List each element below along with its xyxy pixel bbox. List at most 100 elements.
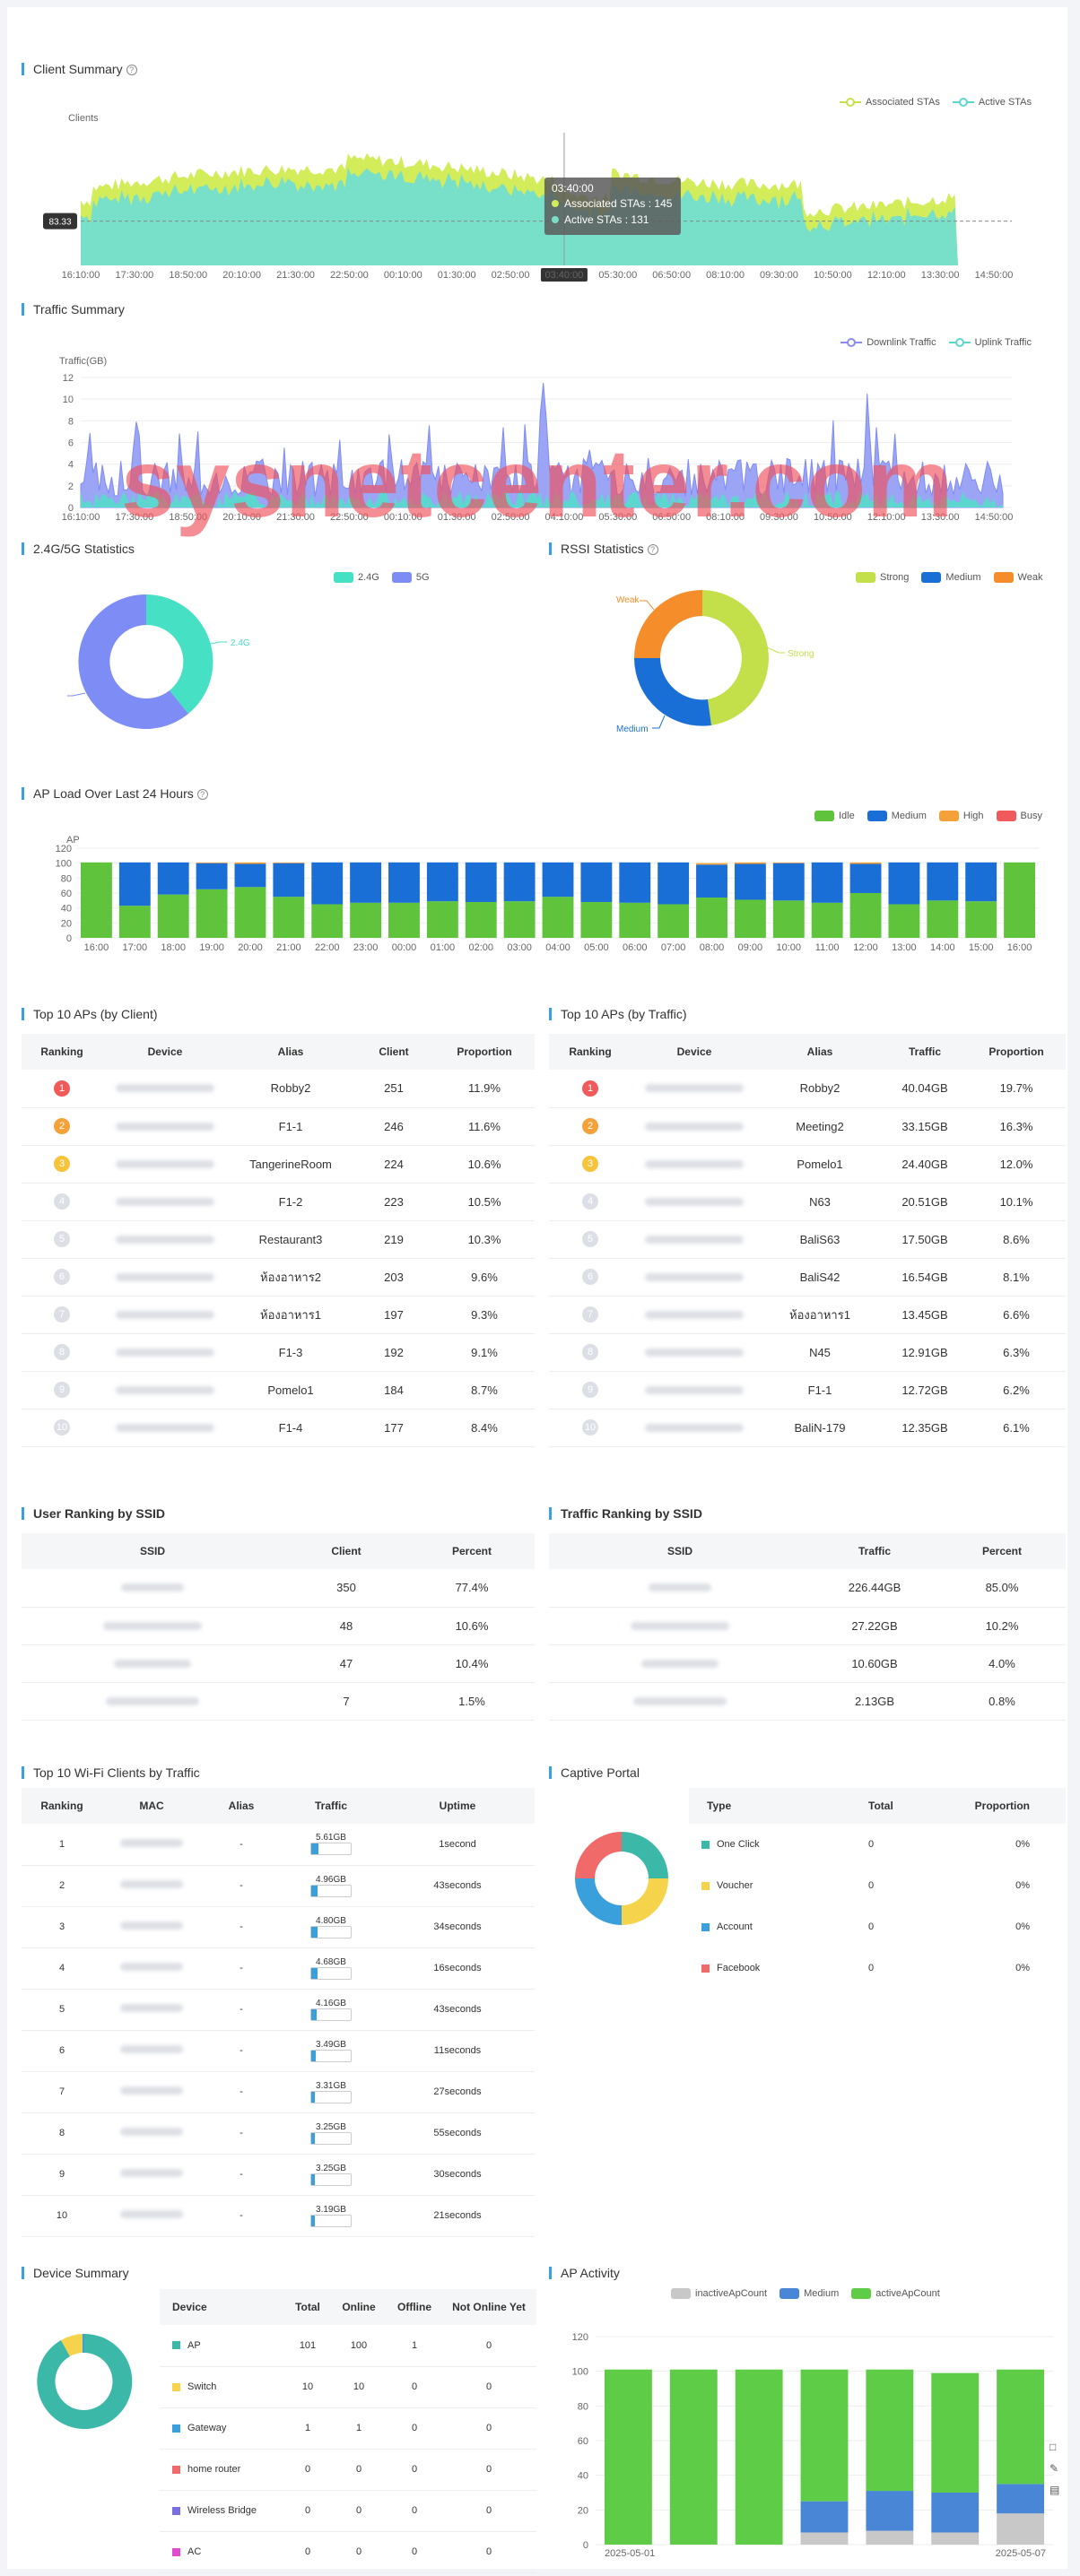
- table-row[interactable]: 2 - 4.96GB 43seconds: [22, 1865, 535, 1907]
- client-summary-chart[interactable]: Clients 25020015010050083.3316:10:0017:3…: [16, 106, 1030, 285]
- table-row[interactable]: 7 1.5%: [22, 1682, 535, 1721]
- table-row[interactable]: 9 - 3.25GB 30seconds: [22, 2154, 535, 2196]
- table-row[interactable]: 4 N63 20.51GB 10.1%: [549, 1183, 1066, 1221]
- clipboard-icon[interactable]: ▤: [1050, 2484, 1066, 2496]
- ap-load-chart[interactable]: AP 12010080604020016:00 17:00 18:00 19:00 20…: [25, 823, 1057, 958]
- table-row[interactable]: 6 - 3.49GB 11seconds: [22, 2030, 535, 2072]
- table-row[interactable]: 9 F1-1 12.72GB 6.2%: [549, 1371, 1066, 1409]
- table-row[interactable]: 10.60GB 4.0%: [549, 1644, 1066, 1683]
- ap-load-legend[interactable]: Idle Medium High Busy: [814, 811, 1042, 821]
- table-row[interactable]: 47 10.4%: [22, 1644, 535, 1683]
- rank-badge: 7: [54, 1306, 70, 1323]
- col-proportion: Proportion: [967, 1034, 1066, 1070]
- bar-medium: [927, 862, 959, 901]
- mac-blurred: [120, 1921, 183, 1930]
- mac-blurred: [120, 2210, 183, 2218]
- device-color-dot: [172, 2382, 180, 2391]
- y-tick: 20: [61, 918, 72, 929]
- table-row[interactable]: 1 Robby2 251 11.9%: [22, 1070, 535, 1108]
- table-row[interactable]: 6 ห้องอาหาร2 203 9.6%: [22, 1258, 535, 1297]
- alias-cell: Robby2: [757, 1070, 883, 1108]
- x-tick: 01:30:00: [438, 270, 476, 281]
- table-row[interactable]: 8 N45 12.91GB 6.3%: [549, 1333, 1066, 1372]
- col-ssid: SSID: [22, 1533, 283, 1569]
- table-row[interactable]: Voucher 0 0%: [689, 1865, 1066, 1906]
- device-label: AC: [187, 2546, 202, 2557]
- help-icon[interactable]: ?: [647, 544, 658, 556]
- table-row[interactable]: 2 F1-1 246 11.6%: [22, 1107, 535, 1146]
- table-row[interactable]: Facebook 0 0%: [689, 1947, 1066, 1989]
- rssi-legend[interactable]: Strong Medium Weak: [856, 572, 1042, 583]
- x-tick: 13:30:00: [921, 270, 960, 281]
- table-row[interactable]: 8 - 3.25GB 55seconds: [22, 2112, 535, 2155]
- alias-cell: F1-1: [228, 1107, 353, 1146]
- table-row[interactable]: 2.13GB 0.8%: [549, 1682, 1066, 1721]
- slice-one-click: [622, 1832, 668, 1878]
- table-row[interactable]: 10 - 3.19GB 21seconds: [22, 2195, 535, 2237]
- table-row[interactable]: Switch 10 10 0 0: [160, 2366, 536, 2408]
- col-client: Client: [353, 1034, 434, 1070]
- table-row[interactable]: 2 Meeting2 33.15GB 16.3%: [549, 1107, 1066, 1146]
- col-device: Device: [160, 2289, 285, 2325]
- table-row[interactable]: 10 BaliN-179 12.35GB 6.1%: [549, 1409, 1066, 1447]
- type-label: Facebook: [717, 1963, 761, 1973]
- band-stats-title: 2.4G/5G Statistics: [22, 542, 135, 555]
- table-row[interactable]: Account 0 0%: [689, 1906, 1066, 1947]
- table-row[interactable]: 9 Pomelo1 184 8.7%: [22, 1371, 535, 1409]
- bar-idle: [465, 902, 497, 938]
- band-legend[interactable]: 2.4G 5G: [334, 572, 430, 583]
- value-cell: 17.50GB: [883, 1220, 967, 1259]
- table-row[interactable]: 7 ห้องอาหาร1 13.45GB 6.6%: [549, 1296, 1066, 1334]
- table-row[interactable]: 48 10.6%: [22, 1607, 535, 1645]
- traffic-bar: [310, 2214, 352, 2227]
- table-row[interactable]: Gateway 1 1 0 0: [160, 2407, 536, 2450]
- table-row[interactable]: Wireless Bridge 0 0 0 0: [160, 2490, 536, 2532]
- bar-medium: [888, 862, 920, 905]
- table-row[interactable]: 1 - 5.61GB 1second: [22, 1824, 535, 1866]
- x-tick: 22:50:00: [330, 270, 369, 281]
- ap-activity-chart[interactable]: 120 100 80 60 40 20 0 2025-05-01 2025-05-07: [554, 2320, 1057, 2563]
- bar-medium: [426, 862, 458, 902]
- table-row[interactable]: 350 77.4%: [22, 1569, 535, 1608]
- table-row[interactable]: 5 - 4.16GB 43seconds: [22, 1989, 535, 2031]
- device-sn-blurred: [116, 1235, 214, 1244]
- bar-high: [849, 862, 882, 864]
- table-row[interactable]: 3 - 4.80GB 34seconds: [22, 1906, 535, 1948]
- proportion-cell: 9.6%: [434, 1258, 535, 1297]
- table-row[interactable]: 1 Robby2 40.04GB 19.7%: [549, 1070, 1066, 1108]
- table-row[interactable]: 8 F1-3 192 9.1%: [22, 1333, 535, 1372]
- rank-badge: 5: [582, 1231, 598, 1247]
- table-row[interactable]: 27.22GB 10.2%: [549, 1607, 1066, 1645]
- table-row[interactable]: 3 TangerineRoom 224 10.6%: [22, 1145, 535, 1184]
- captive-donut[interactable]: [572, 1827, 680, 1935]
- table-row[interactable]: 4 - 4.68GB 16seconds: [22, 1947, 535, 1990]
- band-donut[interactable]: 2.4G 5G: [61, 581, 294, 742]
- device-donut[interactable]: [34, 2329, 142, 2437]
- table-row[interactable]: 5 Restaurant3 219 10.3%: [22, 1220, 535, 1259]
- table-row[interactable]: 6 BaliS42 16.54GB 8.1%: [549, 1258, 1066, 1297]
- value-cell: 13.45GB: [883, 1296, 967, 1334]
- table-row[interactable]: 10 F1-4 177 8.4%: [22, 1409, 535, 1447]
- table-row[interactable]: AC 0 0 0 0: [160, 2531, 536, 2573]
- table-row[interactable]: 5 BaliS63 17.50GB 8.6%: [549, 1220, 1066, 1259]
- rssi-donut[interactable]: Strong Medium Weak: [590, 581, 841, 742]
- proportion-cell: 9.1%: [434, 1333, 535, 1372]
- help-icon[interactable]: ?: [126, 65, 137, 76]
- table-row[interactable]: One Click 0 0%: [689, 1824, 1066, 1865]
- table-row[interactable]: AP 101 100 1 0: [160, 2325, 536, 2367]
- help-icon[interactable]: ?: [196, 789, 208, 801]
- edit-icon[interactable]: ✎: [1050, 2462, 1066, 2475]
- not-online-cell: 0: [441, 2407, 536, 2450]
- total-cell: 0: [285, 2449, 330, 2491]
- bar-inactive: [800, 2532, 849, 2545]
- table-row[interactable]: 226.44GB 85.0%: [549, 1569, 1066, 1608]
- ap-activity-legend[interactable]: inactiveApCount Medium activeApCount: [671, 2288, 940, 2299]
- captive-portal-title: Captive Portal: [549, 1766, 640, 1779]
- table-row[interactable]: 7 ห้องอาหาร1 197 9.3%: [22, 1296, 535, 1334]
- table-row[interactable]: 7 - 3.31GB 27seconds: [22, 2071, 535, 2113]
- dashboard-page: Client Summary? Associated STAs Active S…: [7, 7, 1067, 2573]
- chat-icon[interactable]: □: [1050, 2441, 1066, 2453]
- table-row[interactable]: 3 Pomelo1 24.40GB 12.0%: [549, 1145, 1066, 1184]
- table-row[interactable]: home router 0 0 0 0: [160, 2449, 536, 2491]
- table-row[interactable]: 4 F1-2 223 10.5%: [22, 1183, 535, 1221]
